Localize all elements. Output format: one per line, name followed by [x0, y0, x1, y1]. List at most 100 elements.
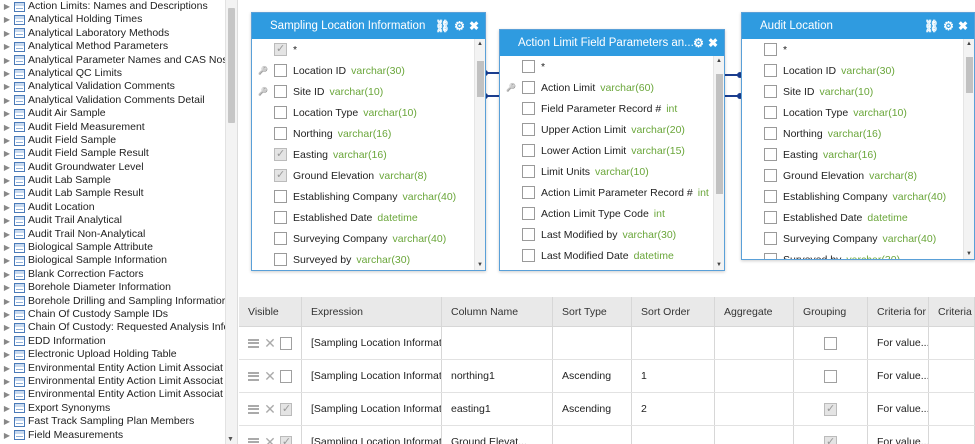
field-row[interactable]: Established Date datetime: [742, 207, 974, 228]
scroll-down-icon[interactable]: ▼: [227, 436, 234, 443]
field-checkbox[interactable]: [522, 186, 535, 199]
field-checkbox[interactable]: [274, 211, 287, 224]
visible-checkbox[interactable]: [279, 435, 292, 444]
drag-handle-icon[interactable]: [248, 371, 260, 381]
field-checkbox[interactable]: [522, 165, 535, 178]
field-checkbox[interactable]: [274, 253, 287, 266]
tree-item[interactable]: ▶ Chain Of Custody: Requested Analysis In…: [0, 321, 226, 334]
grid-row[interactable]: ✕ [Sampling Location Informati...easting1…: [239, 393, 975, 426]
field-row[interactable]: Last Modified Date datetime: [500, 245, 724, 266]
expand-arrow-icon[interactable]: ▶: [0, 415, 14, 428]
criteria-for-cell[interactable]: For value...: [868, 360, 929, 392]
expand-arrow-icon[interactable]: ▶: [0, 241, 14, 254]
field-checkbox[interactable]: [274, 127, 287, 140]
gear-icon[interactable]: ⚙: [943, 13, 954, 39]
expand-arrow-icon[interactable]: ▶: [0, 54, 14, 67]
scroll-down-icon[interactable]: ▼: [966, 251, 972, 257]
tree-item[interactable]: ▶ Audit Lab Sample: [0, 174, 226, 187]
tree-scrollbar-thumb[interactable]: [228, 8, 235, 123]
expand-arrow-icon[interactable]: ▶: [0, 268, 14, 281]
tree-item[interactable]: ▶ Analytical Method Parameters: [0, 40, 226, 53]
tree-item[interactable]: ▶ Audit Field Sample: [0, 134, 226, 147]
criteria-cell[interactable]: [929, 426, 975, 444]
scroll-down-icon[interactable]: ▼: [716, 262, 722, 268]
tree-item[interactable]: ▶ Biological Sample Information: [0, 254, 226, 267]
expand-arrow-icon[interactable]: ▶: [0, 254, 14, 267]
expand-arrow-icon[interactable]: ▶: [0, 388, 14, 401]
sort-type-cell[interactable]: Ascending: [553, 360, 632, 392]
expand-arrow-icon[interactable]: ▶: [0, 214, 14, 227]
field-row[interactable]: Location Type varchar(10): [742, 102, 974, 123]
field-checkbox[interactable]: [522, 228, 535, 241]
table-pane-sampling-location[interactable]: Sampling Location Information ⛓⚙✖ * 🔑 Locati…: [251, 12, 486, 271]
close-icon[interactable]: ✖: [708, 30, 718, 56]
field-row[interactable]: Northing varchar(16): [742, 123, 974, 144]
expand-arrow-icon[interactable]: ▶: [0, 187, 14, 200]
pane-scrollbar-thumb[interactable]: [966, 57, 973, 93]
expand-arrow-icon[interactable]: ▶: [0, 281, 14, 294]
field-checkbox[interactable]: [764, 148, 777, 161]
expand-arrow-icon[interactable]: ▶: [0, 174, 14, 187]
tree-item[interactable]: ▶ Blank Correction Factors: [0, 268, 226, 281]
field-checkbox[interactable]: [274, 232, 287, 245]
expand-arrow-icon[interactable]: ▶: [0, 201, 14, 214]
field-row[interactable]: Northing varchar(16): [252, 123, 485, 144]
visible-checkbox[interactable]: [279, 402, 292, 416]
field-checkbox[interactable]: [274, 42, 287, 56]
grid-header-cell[interactable]: Sort Order: [632, 297, 715, 326]
field-row[interactable]: Limit Units varchar(10): [500, 161, 724, 182]
field-row[interactable]: Surveyed by varchar(30): [742, 249, 974, 259]
field-checkbox[interactable]: [522, 123, 535, 136]
tree-item[interactable]: ▶ Analytical QC Limits: [0, 67, 226, 80]
sort-order-cell[interactable]: 2: [632, 393, 715, 425]
tree-item[interactable]: ▶ Analytical Validation Comments Detail: [0, 94, 226, 107]
criteria-for-cell[interactable]: For value...: [868, 393, 929, 425]
field-row[interactable]: Action Limit Parameter Record # int: [500, 182, 724, 203]
expand-arrow-icon[interactable]: ▶: [0, 134, 14, 147]
field-checkbox[interactable]: [522, 144, 535, 157]
visible-checkbox[interactable]: [279, 369, 292, 383]
field-row[interactable]: Location Type varchar(10): [252, 102, 485, 123]
column-name-cell[interactable]: easting1: [442, 393, 553, 425]
pane-header[interactable]: Sampling Location Information ⛓ ⚙ ✖: [252, 13, 485, 39]
table-pane-audit-location[interactable]: Audit Location ⛓ ⚙ ✖ * Location ID varchar(30)…: [741, 12, 975, 260]
scroll-down-icon[interactable]: ▼: [477, 262, 483, 268]
aggregate-cell[interactable]: [715, 360, 794, 392]
field-row[interactable]: 🔑 Location ID varchar(30): [252, 60, 485, 81]
tree-item[interactable]: ▶ EDD Information: [0, 335, 226, 348]
delete-icon[interactable]: ✕: [264, 368, 276, 385]
expand-arrow-icon[interactable]: ▶: [0, 40, 14, 53]
field-row[interactable]: Location ID varchar(30): [742, 60, 974, 81]
expand-arrow-icon[interactable]: ▶: [0, 429, 14, 442]
pane-scrollbar[interactable]: ▲ ▼: [713, 56, 724, 270]
delete-icon[interactable]: ✕: [264, 434, 276, 444]
tree-item[interactable]: ▶ Electronic Upload Holding Table: [0, 348, 226, 361]
field-row[interactable]: Surveying Company varchar(40): [252, 228, 485, 249]
field-checkbox[interactable]: [764, 211, 777, 224]
field-checkbox[interactable]: [274, 64, 287, 77]
drag-handle-icon[interactable]: [248, 404, 260, 414]
sort-type-cell[interactable]: [553, 327, 632, 359]
field-row[interactable]: Easting varchar(16): [742, 144, 974, 165]
field-row[interactable]: Field Parameter Record # int: [500, 98, 724, 119]
expand-arrow-icon[interactable]: ▶: [0, 107, 14, 120]
tree-item[interactable]: ▶ Action Limits: Names and Descriptions: [0, 0, 226, 13]
tree-item[interactable]: ▶ Audit Trail Non-Analytical: [0, 228, 226, 241]
expression-cell[interactable]: [Sampling Location Informati...: [302, 426, 442, 444]
pane-header[interactable]: Audit Location ⛓ ⚙ ✖: [742, 13, 974, 39]
link-icon[interactable]: ⛓: [435, 13, 450, 39]
criteria-for-cell[interactable]: For value...: [868, 426, 929, 444]
expand-arrow-icon[interactable]: ▶: [0, 80, 14, 93]
grid-header-cell[interactable]: Criteria for: [868, 297, 929, 326]
grid-header-cell[interactable]: Aggregate: [715, 297, 794, 326]
expand-arrow-icon[interactable]: ▶: [0, 362, 14, 375]
field-checkbox[interactable]: [274, 106, 287, 119]
aggregate-cell[interactable]: [715, 426, 794, 444]
tree-item[interactable]: ▶ Fast Track Sampling Plan Members: [0, 415, 226, 428]
scroll-up-icon[interactable]: ▲: [966, 41, 972, 47]
expand-arrow-icon[interactable]: ▶: [0, 375, 14, 388]
criteria-cell[interactable]: [929, 360, 975, 392]
field-checkbox[interactable]: [274, 190, 287, 203]
field-row[interactable]: Ground Elevation varchar(8): [742, 165, 974, 186]
gear-icon[interactable]: ⚙: [454, 13, 465, 39]
